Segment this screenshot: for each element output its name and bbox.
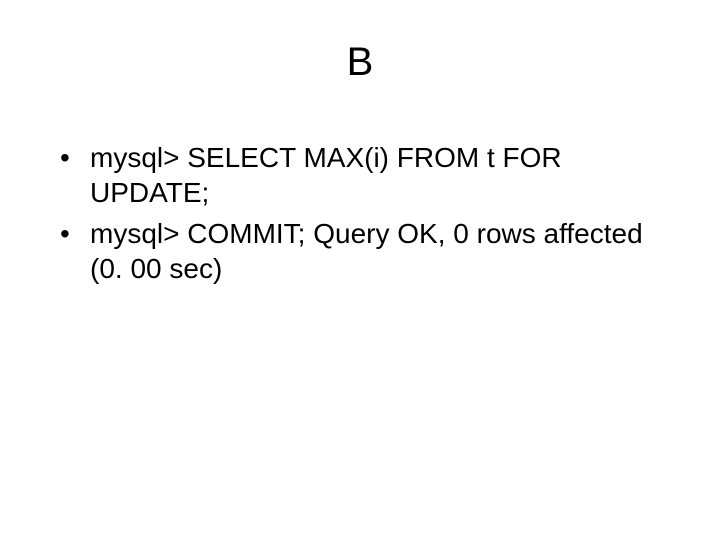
bullet-list: mysql> SELECT MAX(i) FROM t FOR UPDATE; …: [60, 140, 680, 286]
list-item: mysql> COMMIT; Query OK, 0 rows affected…: [60, 216, 680, 286]
slide-content: mysql> SELECT MAX(i) FROM t FOR UPDATE; …: [40, 140, 680, 286]
slide-title: B: [40, 40, 680, 85]
list-item: mysql> SELECT MAX(i) FROM t FOR UPDATE;: [60, 140, 680, 210]
slide: B mysql> SELECT MAX(i) FROM t FOR UPDATE…: [0, 0, 720, 540]
